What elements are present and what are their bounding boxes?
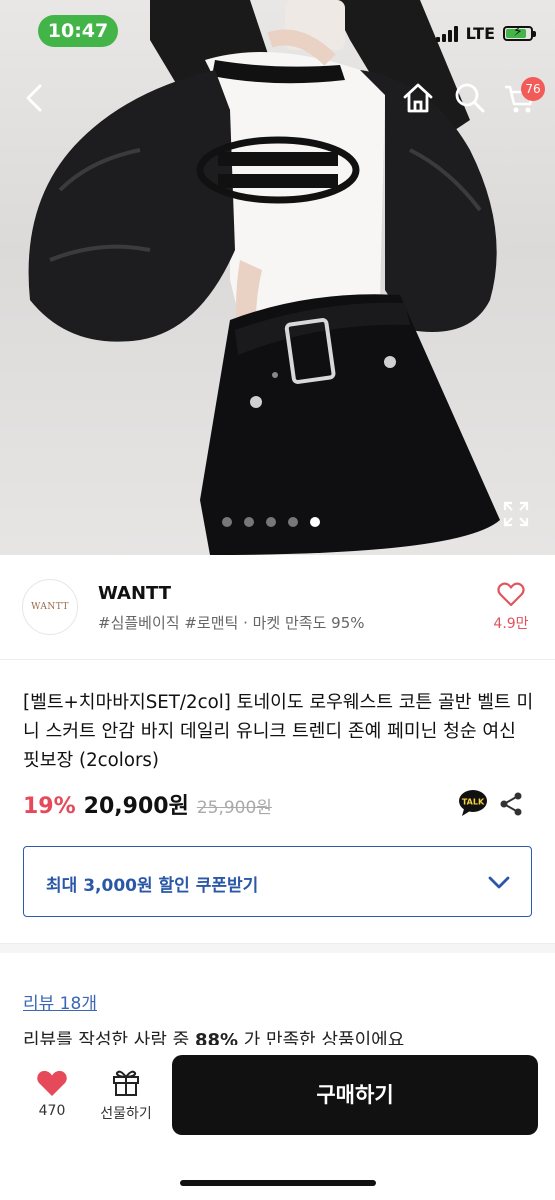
gift-button[interactable]: 선물하기 [92, 1067, 160, 1123]
signal-icon [435, 25, 458, 42]
product-image-gallery[interactable]: 10:47 LTE ⚡ 76 [0, 0, 555, 555]
seller-tags: #심플베이직 #로맨틱 · 마켓 만족도 95% [98, 614, 365, 632]
original-price: 25,900원 [196, 798, 272, 818]
chevron-down-icon [488, 876, 510, 889]
status-indicators: LTE ⚡ [435, 24, 536, 43]
status-time: 10:47 [38, 15, 118, 47]
network-label: LTE [465, 24, 495, 43]
seller-like-count: 4.9만 [493, 616, 529, 632]
price-row: 19% 20,900원 25,900원 [23, 788, 272, 820]
gallery-dot-active[interactable] [310, 517, 320, 527]
heart-outline-icon[interactable] [497, 581, 525, 607]
talk-icon[interactable]: TALK [458, 789, 488, 817]
home-icon[interactable] [400, 80, 436, 116]
cart-badge: 76 [521, 77, 545, 101]
gallery-dot[interactable] [244, 517, 254, 527]
coupon-label: 최대 3,000원 할인 쿠폰받기 [46, 876, 259, 896]
expand-icon[interactable] [502, 500, 530, 528]
gallery-dot[interactable] [222, 517, 232, 527]
section-divider [0, 943, 555, 953]
product-title: [벨트+치마바지SET/2col] 토네이도 로우웨스트 코튼 골반 벨트 미니… [23, 692, 534, 771]
buy-button[interactable]: 구매하기 [172, 1055, 538, 1135]
battery-icon: ⚡ [503, 24, 536, 41]
discount-rate: 19% [23, 794, 76, 819]
gallery-dot[interactable] [288, 517, 298, 527]
search-icon[interactable] [452, 80, 488, 116]
sale-price: 20,900원 [83, 794, 189, 819]
product-page: 10:47 LTE ⚡ 76 WANTT WANTT #심플베이직 #로맨틱 ·… [0, 0, 555, 1200]
seller-logo[interactable]: WANTT [22, 579, 78, 635]
gift-label: 선물하기 [100, 1106, 152, 1122]
coupon-button[interactable]: 최대 3,000원 할인 쿠폰받기 [23, 846, 532, 917]
talk-label: TALK [462, 798, 485, 807]
gallery-pagination [222, 517, 320, 527]
gallery-dot[interactable] [266, 517, 276, 527]
bottom-action-bar: 470 선물하기 구매하기 [0, 1045, 555, 1200]
wish-count: 470 [38, 1103, 66, 1119]
home-indicator [180, 1180, 376, 1186]
share-icon[interactable] [499, 791, 523, 817]
review-count-link[interactable]: 리뷰 18개 [23, 989, 97, 1014]
gift-icon [113, 1070, 139, 1096]
back-icon[interactable] [18, 80, 54, 116]
seller-name[interactable]: WANTT [98, 583, 171, 604]
heart-filled-icon [37, 1070, 67, 1096]
seller-section[interactable]: WANTT WANTT #심플베이직 #로맨틱 · 마켓 만족도 95% 4.9… [0, 555, 555, 660]
wish-button[interactable]: 470 [30, 1069, 74, 1119]
